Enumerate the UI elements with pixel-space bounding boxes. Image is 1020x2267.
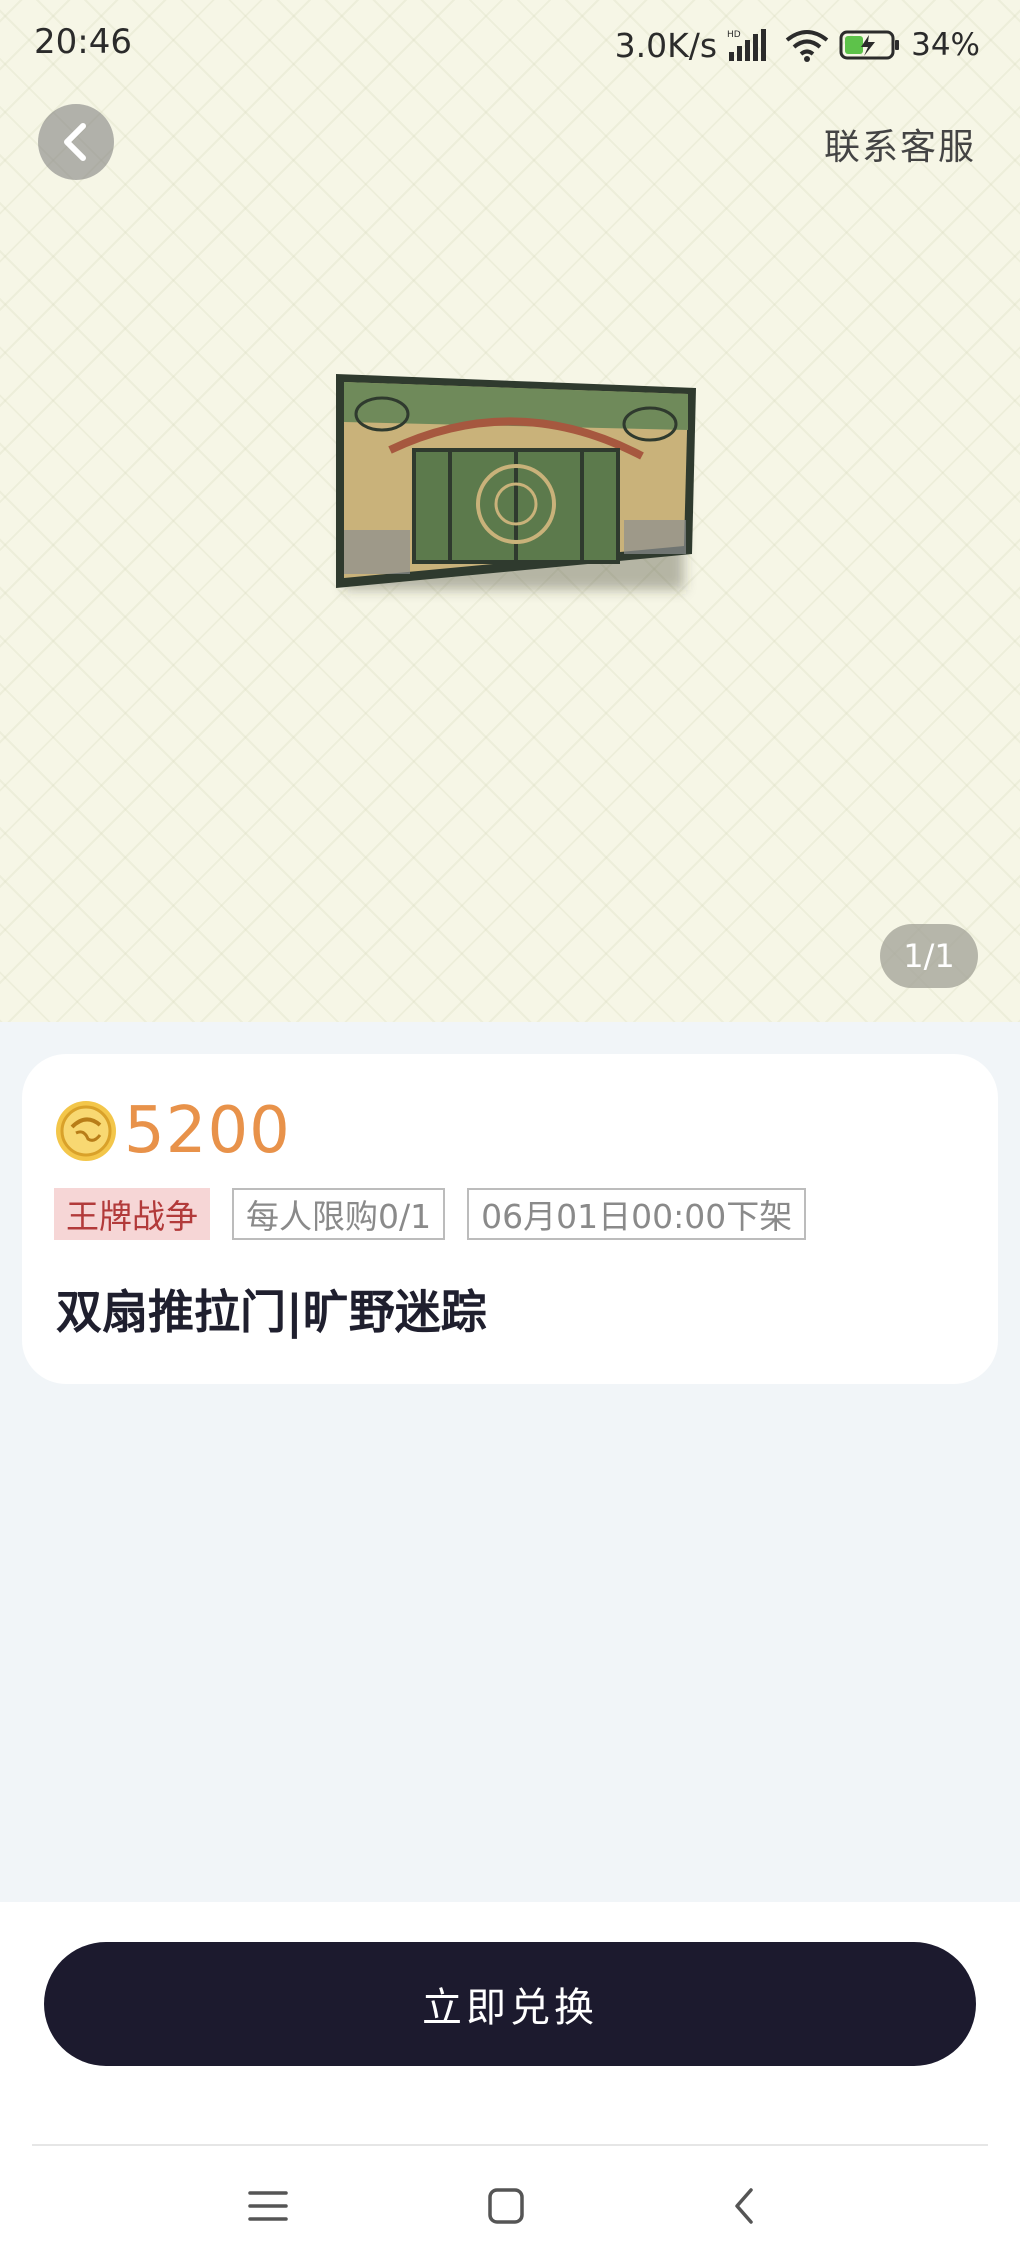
game-tag: 王牌战争 [54,1188,210,1240]
tag-list: 王牌战争 每人限购0/1 06月01日00:00下架 [54,1188,807,1240]
back-icon [735,2188,753,2224]
network-speed: 3.0K/s [614,25,718,65]
home-button[interactable] [476,2176,536,2236]
menu-icon [248,2191,288,2221]
menu-button[interactable] [238,2176,298,2236]
battery-charging-icon [839,30,900,60]
product-title: 双扇推拉门|旷野迷踪 [56,1285,487,1339]
chevron-left-icon [64,123,86,161]
price-value: 5200 [124,1094,291,1168]
contact-service-link[interactable]: 联系客服 [824,118,976,170]
network-badge: HD [727,30,741,40]
status-icons: 3.0K/s HD 34% [615,20,980,70]
status-bar: 20:46 3.0K/s HD 34% [0,0,1020,92]
product-image [336,374,696,590]
system-nav-bar [0,2162,1020,2252]
purchase-limit-tag: 每人限购0/1 [232,1188,446,1240]
wifi-icon [785,30,829,62]
back-button[interactable] [38,104,114,180]
battery-percent: 34% [911,27,980,63]
product-info-card: 5200 王牌战争 每人限购0/1 06月01日00:00下架 双扇推拉门|旷野… [22,1054,998,1384]
redeem-now-button[interactable]: 立即兑换 [44,1942,976,2066]
status-time: 20:46 [34,22,132,62]
page-indicator: 1/1 [880,924,978,988]
price-row: 5200 [54,1094,291,1168]
home-icon [488,2188,524,2224]
divider [32,2144,988,2146]
coin-icon [56,1101,116,1161]
bottom-action-bar: 立即兑换 [0,1902,1020,2267]
system-back-button[interactable] [714,2176,774,2236]
product-gallery[interactable]: 20:46 3.0K/s HD 34% 联系客服 1/1 [0,0,1020,1022]
signal-icon: HD [727,29,767,61]
offline-time-tag: 06月01日00:00下架 [467,1188,807,1240]
